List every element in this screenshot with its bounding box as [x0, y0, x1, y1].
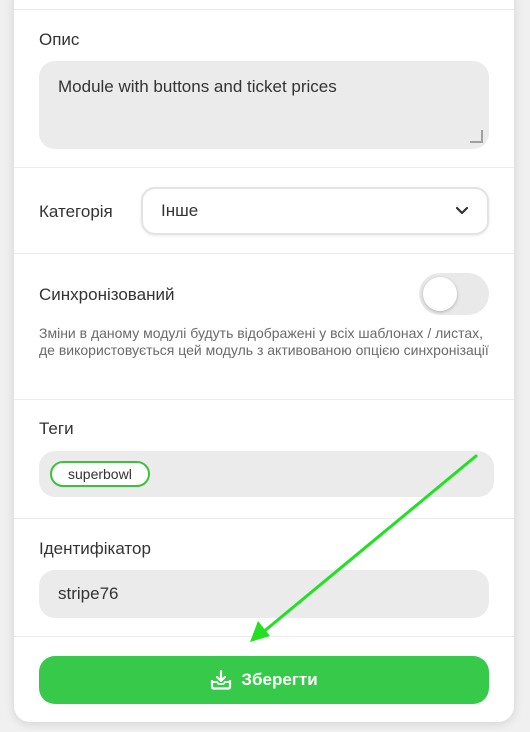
download-icon [211, 670, 232, 690]
tag-chip[interactable]: superbowl [50, 461, 150, 487]
divider [14, 9, 514, 10]
identifier-label: Ідентифікатор [39, 539, 151, 558]
divider [14, 399, 514, 400]
chevron-down-icon [455, 206, 469, 215]
category-selected-value: Інше [161, 201, 199, 220]
divider [14, 518, 514, 519]
tags-label: Теги [39, 419, 74, 438]
sync-toggle[interactable] [419, 273, 489, 315]
identifier-value: stripe76 [58, 584, 119, 603]
category-label: Категорія [39, 202, 113, 221]
save-button-label: Зберегти [241, 670, 318, 689]
category-select[interactable]: Інше [141, 187, 489, 235]
divider [14, 636, 514, 637]
resize-handle-icon[interactable] [469, 129, 483, 143]
identifier-field[interactable]: stripe76 [39, 570, 489, 618]
description-textarea[interactable]: Module with buttons and ticket prices [39, 61, 489, 149]
toggle-knob [423, 277, 457, 311]
description-label: Опис [39, 30, 80, 49]
tags-input[interactable]: superbowl [39, 451, 494, 497]
module-settings-panel: Опис Module with buttons and ticket pric… [14, 0, 514, 722]
description-value: Module with buttons and ticket prices [58, 77, 337, 96]
sync-hint: Зміни в даному модулі будуть відображені… [39, 325, 489, 358]
save-button[interactable]: Зберегти [39, 656, 489, 704]
divider [14, 253, 514, 254]
divider [14, 167, 514, 168]
sync-label: Синхронізований [39, 285, 175, 304]
